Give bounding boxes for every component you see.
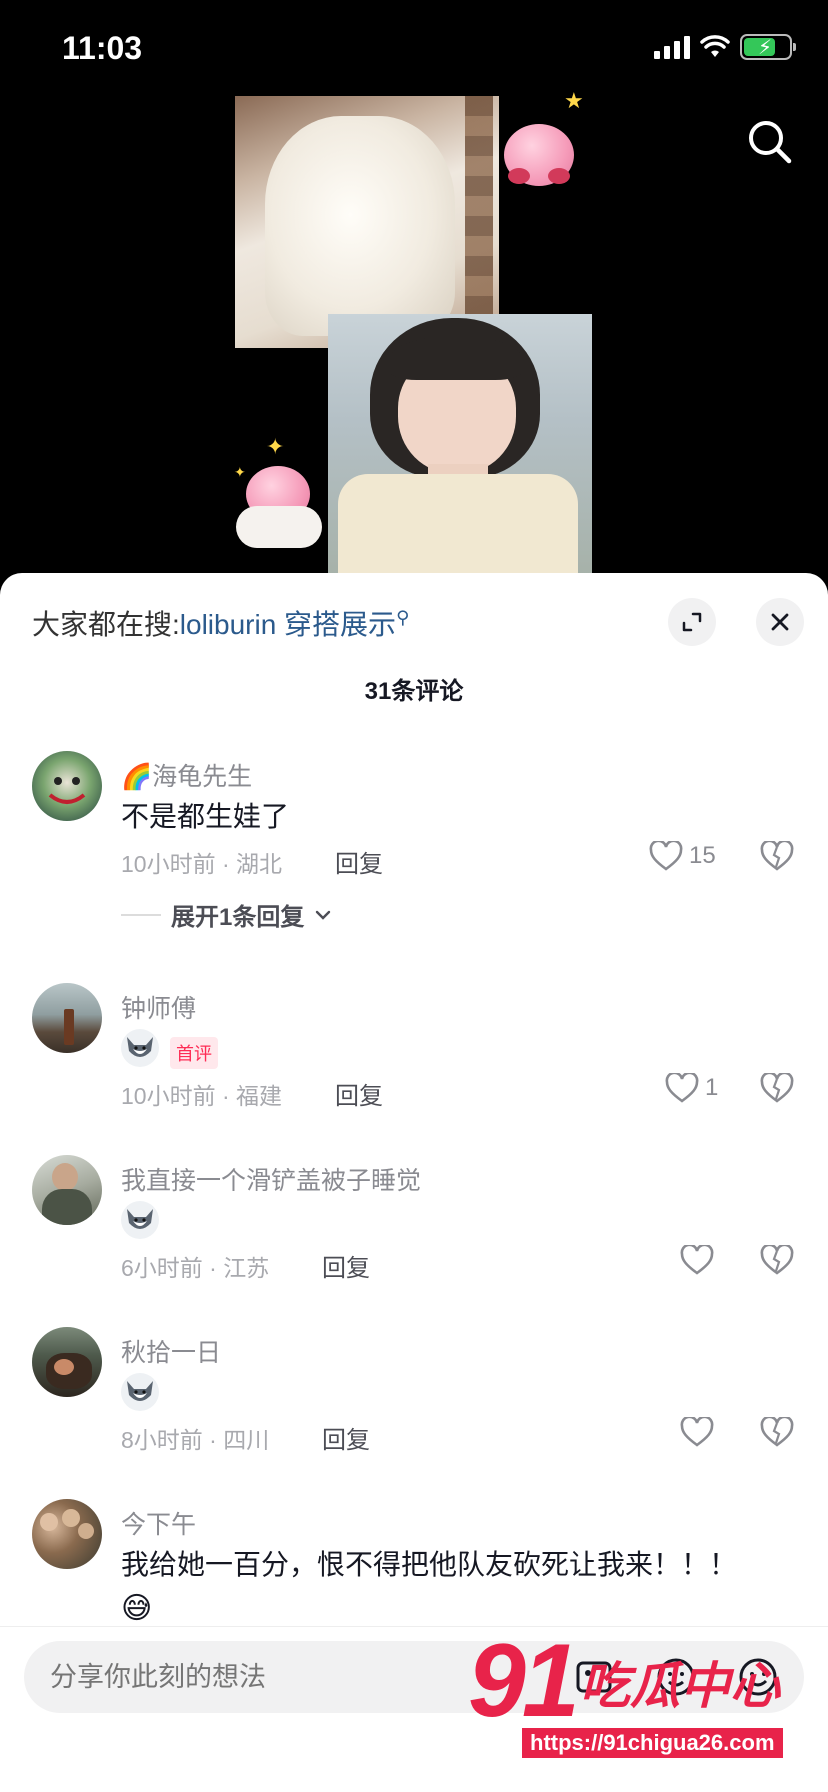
heart-icon [680,1417,714,1447]
comment-text: 不是都生娃了 [121,801,290,832]
watermark-url: https://91chigua26.com [522,1728,783,1758]
search-small-icon: ⚲ [396,607,410,628]
trending-search[interactable]: 大家都在搜:loliburin 穿搭展示⚲ [32,603,409,643]
expand-button[interactable] [668,598,716,646]
comments-sheet: 大家都在搜:loliburin 穿搭展示⚲ 31条评论 🌈海龟先生 不是都生娃了… [0,573,828,1792]
close-icon [771,613,789,631]
expand-icon [682,612,702,632]
comment-text: 我给她一百分，恨不得把他队友砍死让我来！！！ [121,1549,738,1580]
sheet-header: 大家都在搜:loliburin 穿搭展示⚲ [0,573,828,673]
broken-heart-icon[interactable] [760,1417,794,1447]
comment-count: 31条评论 [364,678,464,705]
broken-heart-icon[interactable] [760,841,794,871]
like-button[interactable]: 15 [649,841,716,871]
like-button[interactable] [680,1417,714,1447]
watermark-logo: 91 吃瓜中心 https://91chigua26.com [468,1622,808,1782]
reply-button[interactable]: 回复 [322,1420,370,1455]
heart-icon [649,841,683,871]
trending-link[interactable]: loliburin 穿搭展示 [180,609,396,640]
comment-meta: 10小时前 · 湖北 [121,851,283,877]
heart-icon [665,1073,699,1103]
like-count: 1 [705,1074,719,1101]
status-time: 11:03 [62,30,143,66]
broken-heart-icon[interactable] [760,1245,794,1275]
reply-button[interactable]: 回复 [322,1248,370,1283]
video-area[interactable]: ★ ✦ ✦ [0,88,828,580]
photo-bottom [328,314,592,580]
comment-item: 今下午 我给她一百分，恨不得把他队友砍死让我来！！！ 😅 [0,1499,828,1629]
wolf-sticker [121,1373,159,1411]
status-bar: 11:03 ⚡ [0,0,828,96]
wolf-sticker [121,1201,159,1239]
avatar[interactable] [32,1155,102,1225]
wolf-sticker [121,1029,159,1067]
status-icons: ⚡ [654,34,796,60]
photo-top [235,96,499,348]
avatar[interactable] [32,1499,102,1569]
kirby-sticker-bottom: ✦ ✦ [232,434,332,554]
heart-icon [680,1245,714,1275]
wifi-icon [700,35,730,57]
first-comment-badge: 首评 [170,1037,218,1069]
avatar[interactable] [32,1327,102,1397]
like-button[interactable] [680,1245,714,1275]
comment-username[interactable]: 钟师傅 [121,989,196,1025]
comment-item: 秋拾一日 8小时前 · 四川 回复 [0,1327,828,1477]
signal-icon [654,35,690,59]
reply-button[interactable]: 回复 [335,1076,383,1111]
comment-username[interactable]: 今下午 [121,1505,196,1541]
comment-item: 🌈海龟先生 不是都生娃了 10小时前 · 湖北 回复 15 展开1条回复 [0,751,828,951]
battery-icon: ⚡ [740,34,796,60]
close-button[interactable] [756,598,804,646]
comment-item: 钟师傅 首评 10小时前 · 福建 回复 1 [0,983,828,1133]
comment-meta: 10小时前 · 福建 [121,1083,283,1109]
like-count: 15 [689,842,716,869]
reply-button[interactable]: 回复 [335,844,383,879]
comment-username[interactable]: 🌈海龟先生 [121,757,252,793]
like-button[interactable]: 1 [665,1073,718,1103]
chevron-down-icon [316,910,331,920]
broken-heart-icon[interactable] [760,1073,794,1103]
expand-replies-button[interactable]: 展开1条回复 [121,897,332,932]
comment-username[interactable]: 秋拾一日 [121,1333,221,1369]
expand-replies-label: 展开1条回复 [171,904,305,931]
comment-meta: 6小时前 · 江苏 [121,1255,270,1281]
comment-meta: 8小时前 · 四川 [121,1427,270,1453]
avatar[interactable] [32,983,102,1053]
watermark-text: 吃瓜中心 [580,1658,780,1714]
comment-item: 我直接一个滑铲盖被子睡觉 6小时前 · 江苏 回复 [0,1155,828,1305]
kirby-sticker-top: ★ [498,88,588,206]
watermark-number: 91 [468,1623,580,1739]
avatar[interactable] [32,751,102,821]
comment-emoji: 😅 [121,1592,153,1625]
comment-input[interactable] [50,1641,470,1713]
search-icon[interactable] [744,116,796,168]
comment-username[interactable]: 我直接一个滑铲盖被子睡觉 [121,1161,421,1197]
trending-prefix: 大家都在搜: [32,609,180,640]
